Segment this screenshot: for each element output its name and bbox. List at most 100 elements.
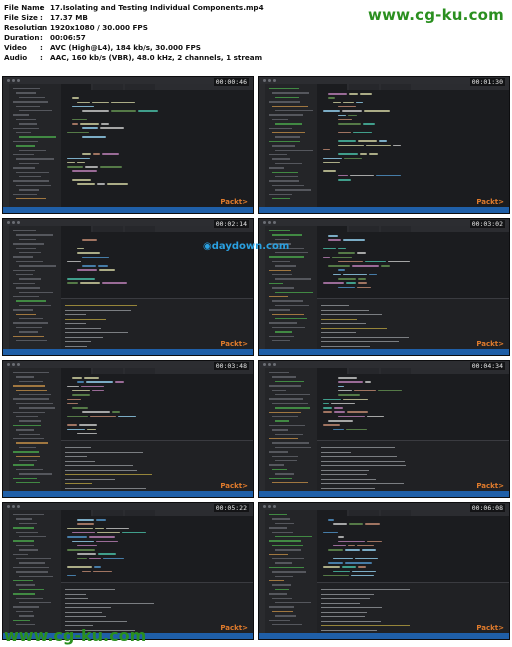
code-token	[323, 256, 331, 258]
explorer-entry	[13, 193, 37, 195]
code-token	[351, 265, 380, 267]
explorer-entry	[19, 407, 56, 409]
code-token	[323, 402, 330, 405]
explorer-entry	[16, 260, 43, 263]
terminal-line	[65, 483, 93, 485]
code-token	[357, 140, 378, 142]
publisher-logo: Packt>	[476, 340, 504, 348]
explorer-entry	[272, 597, 293, 599]
explorer-entry	[13, 606, 40, 608]
code-token	[338, 179, 351, 181]
editor-tab	[349, 226, 379, 232]
explorer-entry	[272, 468, 288, 471]
explorer-entry	[16, 326, 42, 329]
window-dot-icon	[273, 79, 276, 82]
code-token	[338, 260, 364, 263]
terminal-line	[321, 598, 371, 600]
terminal-line	[65, 456, 87, 458]
explorer-entry	[275, 176, 299, 178]
terminal-line	[321, 625, 411, 627]
code-token	[349, 174, 375, 177]
terminal-line	[65, 616, 106, 618]
code-token	[366, 540, 382, 542]
explorer-entry	[269, 619, 291, 621]
explorer-entry	[269, 606, 294, 608]
explorer-entry	[272, 300, 303, 302]
code-token	[376, 174, 401, 177]
thumbnail-timestamp: 00:02:14	[213, 220, 249, 228]
explorer-entry	[13, 140, 38, 143]
terminal-line	[321, 465, 407, 467]
explorer-entry	[269, 140, 301, 143]
editor-tab	[93, 368, 123, 374]
code-token	[81, 385, 105, 388]
explorer-entry	[13, 385, 46, 387]
video-thumbnail: 00:06:08 Packt>	[258, 502, 510, 640]
terminal-line	[65, 487, 147, 489]
code-token	[352, 570, 377, 573]
code-token	[100, 166, 123, 168]
code-token	[338, 377, 358, 379]
separator: :	[40, 43, 43, 52]
file-name-row: File Name: 17.Isolating and Testing Indiv…	[4, 3, 264, 13]
code-token	[328, 549, 344, 551]
explorer-entry	[272, 531, 293, 533]
explorer-entry	[275, 433, 303, 435]
code-token	[345, 282, 357, 284]
explorer-entry	[275, 446, 311, 449]
file-explorer	[9, 84, 61, 207]
editor-tab	[61, 510, 91, 516]
terminal-line	[321, 327, 388, 329]
separator: :	[40, 53, 43, 62]
code-token	[101, 123, 109, 125]
explorer-entry	[272, 92, 310, 94]
duration-key: Duration	[4, 33, 40, 42]
code-token	[350, 574, 375, 577]
code-token	[72, 170, 98, 172]
explorer-entry	[19, 304, 51, 307]
code-token	[102, 282, 127, 284]
editor-tab	[125, 84, 155, 90]
separator: :	[40, 3, 43, 12]
explorer-entry	[13, 243, 44, 245]
explorer-entry	[13, 256, 34, 258]
code-token	[323, 148, 331, 151]
video-thumbnail: 00:01:30 Packt>	[258, 76, 510, 214]
code-token	[338, 247, 346, 250]
terminal-line	[321, 314, 383, 316]
publisher-logo: Packt>	[220, 482, 248, 490]
code-token	[348, 93, 359, 95]
code-token	[77, 101, 91, 104]
code-token	[89, 415, 117, 418]
terminal-line	[321, 451, 351, 453]
video-thumbnail: 00:04:34 Packt>	[258, 360, 510, 498]
code-token	[83, 377, 99, 379]
code-token	[348, 523, 364, 525]
code-token	[100, 127, 124, 129]
code-token	[82, 127, 99, 129]
code-token	[67, 402, 78, 405]
explorer-entry	[272, 376, 297, 378]
thumbnail-grid: 00:00:46 Packt> 00:01:30 Packt> 00:02:14 Pack…	[2, 76, 510, 641]
explorer-entry	[16, 455, 41, 457]
duration-row: Duration: 00:06:57	[4, 33, 86, 43]
code-token	[72, 179, 92, 181]
explorer-entry	[19, 588, 45, 591]
explorer-entry	[19, 549, 38, 551]
code-token	[365, 523, 381, 525]
window-dot-icon	[263, 221, 266, 224]
code-token	[338, 394, 361, 396]
code-token	[357, 278, 366, 280]
file-name-key: File Name	[4, 3, 45, 12]
explorer-entry	[269, 154, 287, 156]
code-token	[92, 570, 112, 573]
explorer-entry	[269, 127, 293, 129]
code-token	[118, 415, 136, 418]
code-token	[94, 566, 101, 568]
code-token	[353, 389, 377, 392]
explorer-entry	[269, 593, 287, 595]
terminal-line	[65, 593, 86, 595]
code-token	[338, 105, 356, 108]
explorer-entry	[269, 477, 292, 479]
code-token	[323, 247, 337, 250]
